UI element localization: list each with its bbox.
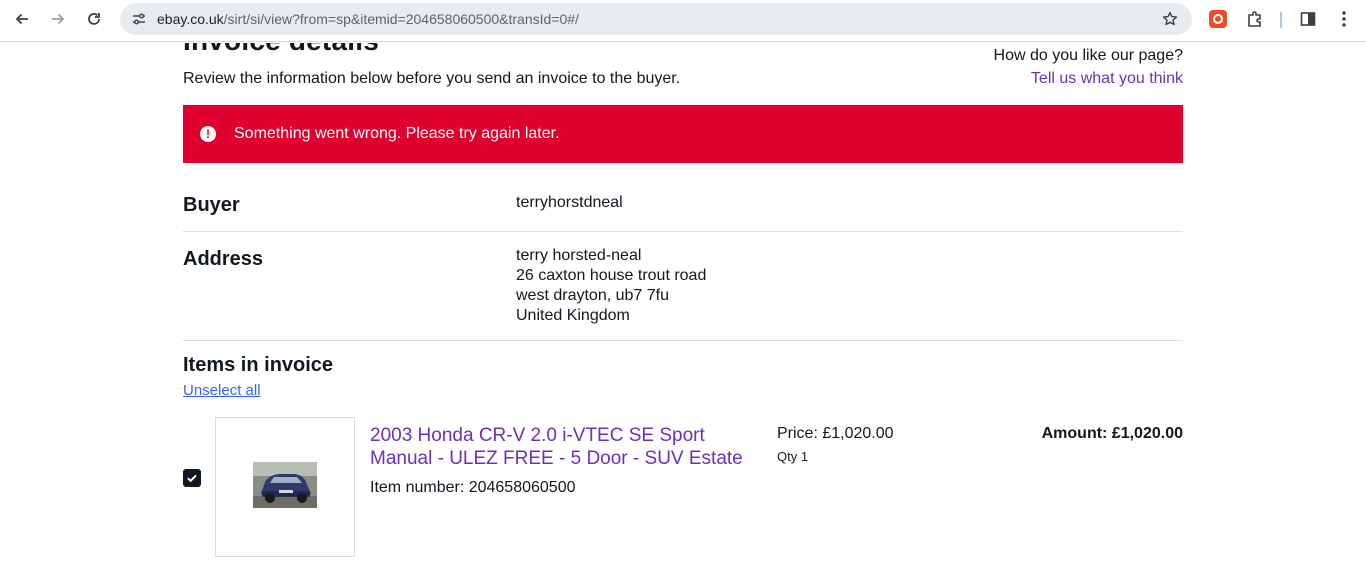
address-bar[interactable]: ebay.co.uk/sirt/si/view?from=sp&itemid=2… bbox=[120, 3, 1192, 35]
buyer-row: Buyer terryhorstdneal bbox=[183, 181, 1183, 232]
side-panel-icon[interactable] bbox=[1292, 5, 1324, 33]
item-checkbox[interactable] bbox=[183, 469, 201, 487]
extensions-puzzle-icon[interactable] bbox=[1239, 5, 1271, 33]
item-number: Item number: 204658060500 bbox=[370, 479, 576, 496]
feedback-question: How do you like our page? bbox=[993, 47, 1183, 64]
item-price: Price: £1,020.00 bbox=[777, 425, 894, 442]
alert-exclamation-icon: ! bbox=[200, 126, 216, 142]
url-text[interactable]: ebay.co.uk/sirt/si/view?from=sp&itemid=2… bbox=[157, 11, 579, 27]
extension-record-icon[interactable] bbox=[1209, 10, 1227, 28]
menu-kebab-icon[interactable] bbox=[1328, 5, 1360, 33]
error-alert: ! Something went wrong. Please try again… bbox=[183, 105, 1183, 163]
checkmark-icon bbox=[187, 474, 197, 483]
intro-text: Review the information below before you … bbox=[183, 70, 681, 87]
url-host: ebay.co.uk bbox=[157, 11, 224, 27]
browser-toolbar: ebay.co.uk/sirt/si/view?from=sp&itemid=2… bbox=[0, 0, 1366, 42]
forward-button[interactable] bbox=[42, 5, 74, 33]
address-label: Address bbox=[183, 248, 264, 270]
arrow-right-icon bbox=[52, 13, 65, 25]
url-path: /sirt/si/view?from=sp&itemid=20465806050… bbox=[223, 11, 579, 27]
address-line: terry horsted-neal bbox=[516, 247, 642, 264]
buyer-value: terryhorstdneal bbox=[516, 194, 623, 211]
reload-button[interactable] bbox=[78, 5, 110, 33]
car-photo-image bbox=[253, 462, 317, 508]
address-line: west drayton, ub7 7fu bbox=[516, 287, 669, 304]
invoice-page: Invoice details Review the information b… bbox=[183, 43, 1183, 561]
item-amount: Amount: £1,020.00 bbox=[1041, 425, 1183, 442]
page-title: Invoice details bbox=[183, 43, 379, 57]
item-quantity: Qty 1 bbox=[777, 449, 809, 464]
reload-icon bbox=[88, 13, 100, 25]
toolbar-divider bbox=[1280, 12, 1282, 28]
item-thumbnail[interactable] bbox=[215, 417, 355, 557]
address-line: 26 caxton house trout road bbox=[516, 267, 707, 284]
back-button[interactable] bbox=[6, 5, 38, 33]
alert-message: Something went wrong. Please try again l… bbox=[234, 125, 560, 142]
bookmark-star-icon[interactable] bbox=[1160, 9, 1180, 29]
buyer-label: Buyer bbox=[183, 194, 240, 216]
address-row: Address terry horsted-neal 26 caxton hou… bbox=[183, 232, 1183, 341]
unselect-all-link[interactable]: Unselect all bbox=[183, 382, 261, 399]
item-title-link[interactable]: 2003 Honda CR-V 2.0 i-VTEC SE Sport Manu… bbox=[370, 424, 745, 470]
arrow-left-icon bbox=[15, 13, 28, 25]
address-value: terry horsted-neal 26 caxton house trout… bbox=[516, 246, 706, 326]
address-line: United Kingdom bbox=[516, 307, 630, 324]
feedback-link[interactable]: Tell us what you think bbox=[1031, 70, 1183, 88]
site-info-icon[interactable] bbox=[128, 8, 150, 30]
items-title: Items in invoice bbox=[183, 354, 334, 376]
